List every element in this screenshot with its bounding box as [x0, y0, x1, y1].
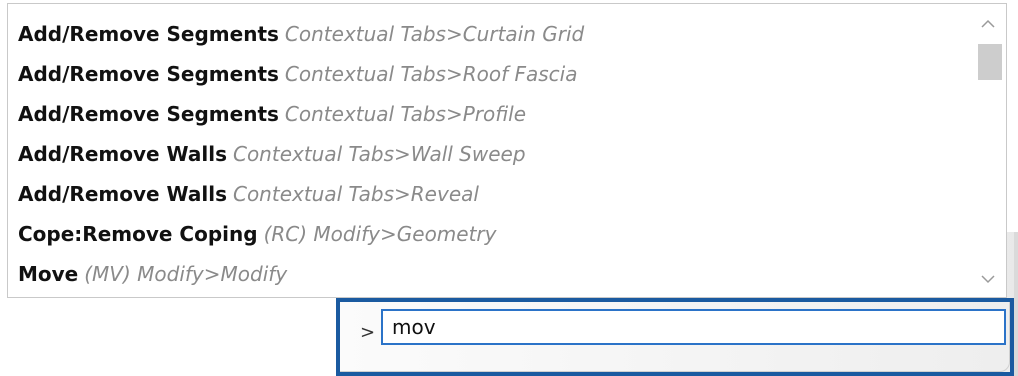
suggestion-command: Add/Remove Walls — [18, 142, 227, 166]
suggestion-item[interactable]: Add/Remove Walls Contextual Tabs>Reveal — [18, 174, 966, 214]
suggestion-path: Contextual Tabs>Curtain Grid — [284, 22, 585, 46]
scroll-down-button[interactable] — [970, 261, 1006, 297]
suggestion-command: Add/Remove Segments — [18, 62, 279, 86]
suggestion-items: Add/Remove Segments Contextual Tabs>Curta… — [18, 14, 966, 294]
suggestion-command: Add/Remove Segments — [18, 22, 279, 46]
scroll-up-button[interactable] — [970, 6, 1006, 42]
chevron-up-icon — [981, 19, 995, 28]
suggestion-path: Contextual Tabs>Roof Fascia — [284, 62, 578, 86]
suggestion-item[interactable]: Move (MV) Modify>Modify — [18, 254, 966, 294]
vertical-scrollbar[interactable] — [970, 4, 1006, 297]
suggestion-command: Cope:Remove Coping — [18, 222, 258, 246]
chevron-down-icon — [981, 275, 995, 284]
suggestion-path: Contextual Tabs>Wall Sweep — [232, 142, 526, 166]
suggestion-command: Move — [18, 262, 79, 286]
command-input[interactable] — [381, 309, 1006, 345]
suggestion-command: Add/Remove Segments — [18, 102, 279, 126]
host-window-edge — [1014, 232, 1018, 376]
command-bar: > — [336, 298, 1014, 376]
suggestion-path: (MV) Modify>Modify — [84, 262, 288, 286]
suggestion-path: Contextual Tabs>Profile — [284, 102, 527, 126]
prompt-glyph: > — [360, 322, 376, 343]
suggestion-item[interactable]: Add/Remove Segments Contextual Tabs>Profi… — [18, 94, 966, 134]
suggestion-list: Add/Remove Segments Contextual Tabs>Curta… — [7, 3, 1007, 298]
suggestion-item[interactable]: Add/Remove Segments Contextual Tabs>Curta… — [18, 14, 966, 54]
suggestion-path: Contextual Tabs>Reveal — [232, 182, 479, 206]
suggestion-item[interactable]: Add/Remove Segments Contextual Tabs>Roof … — [18, 54, 966, 94]
suggestion-command: Add/Remove Walls — [18, 182, 227, 206]
suggestion-path: (RC) Modify>Geometry — [263, 222, 497, 246]
suggestion-item[interactable]: Cope:Remove Coping (RC) Modify>Geometry — [18, 214, 966, 254]
scroll-thumb[interactable] — [978, 44, 1002, 80]
suggestion-item[interactable]: Add/Remove Walls Contextual Tabs>Wall Swe… — [18, 134, 966, 174]
